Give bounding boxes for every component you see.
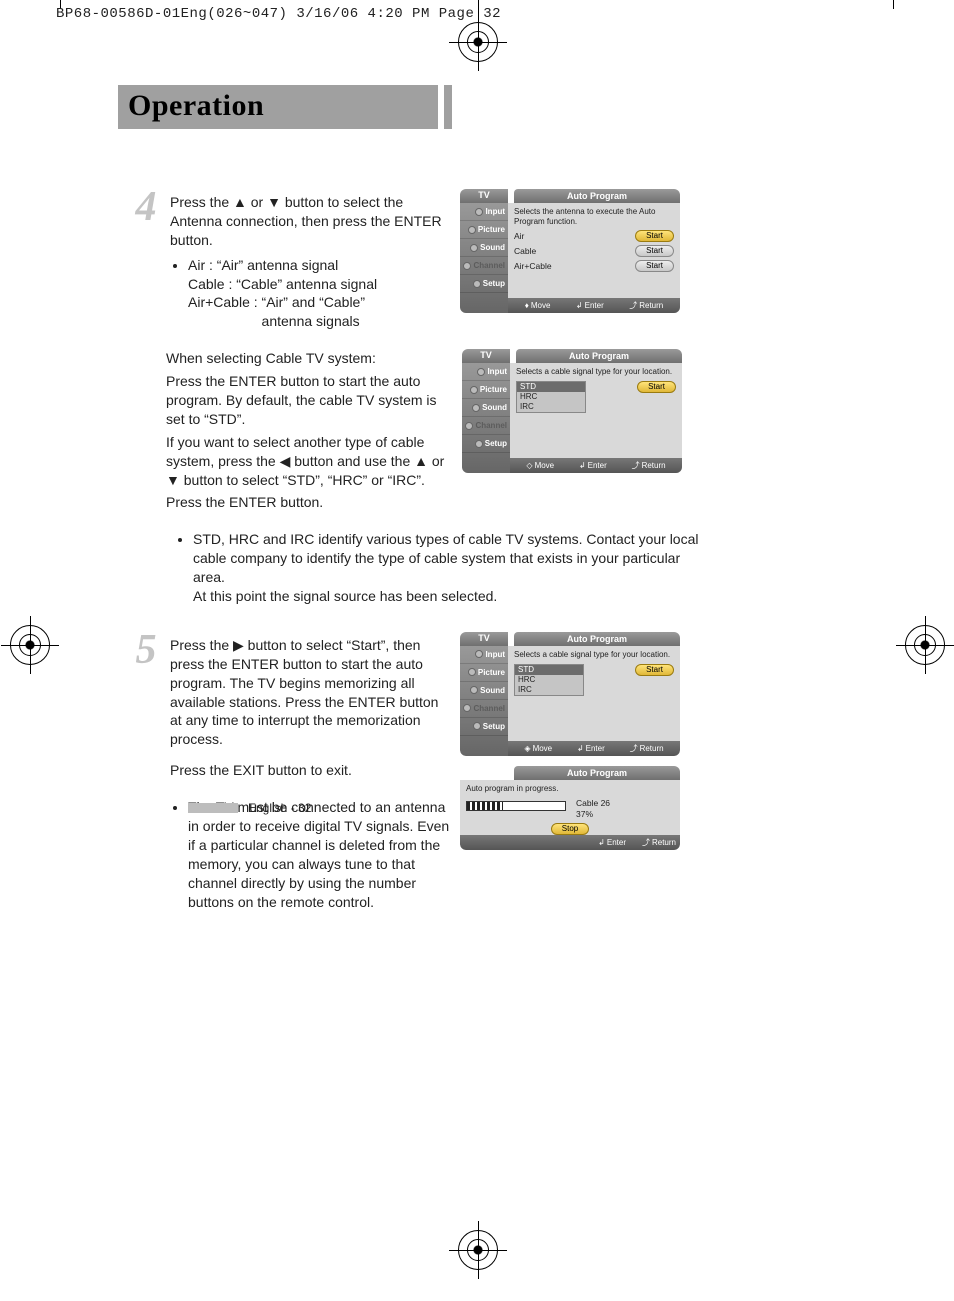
osd-cable-type-list[interactable]: STD HRC IRC: [514, 664, 584, 696]
osd-opt-air[interactable]: Air: [514, 231, 524, 241]
osd-menu-cable-type: TV Auto Program Input Picture Sound Chan…: [462, 349, 682, 516]
osd-start-button[interactable]: Start: [635, 664, 674, 676]
osd-opt-aircable[interactable]: Air+Cable: [514, 261, 552, 271]
osd-side-picture[interactable]: Picture: [460, 221, 508, 239]
osd-start-button[interactable]: Start: [637, 381, 676, 393]
osd-opt-irc: IRC: [517, 402, 585, 412]
enter-icon: ↲: [576, 301, 583, 310]
step-number: 4: [126, 189, 166, 331]
enter-icon: ↲: [577, 744, 584, 753]
osd-title: Auto Program: [514, 189, 680, 203]
return-icon: ⤴: [642, 837, 650, 848]
osd-side-sound[interactable]: Sound: [460, 239, 508, 257]
osd-side-channel[interactable]: Channel: [460, 257, 508, 275]
step4-text: Press the ▲ or ▼ button to select the An…: [170, 189, 450, 331]
print-header: BP68-00586D-01Eng(026~047) 3/16/06 4:20 …: [56, 6, 501, 22]
osd-side-input[interactable]: Input: [460, 203, 508, 221]
return-icon: ⤴: [632, 460, 640, 471]
enter-icon: ↲: [579, 461, 586, 470]
section-title-bar: Operation: [118, 85, 878, 129]
osd-side-setup[interactable]: Setup: [460, 275, 508, 293]
osd-auto-program-progress: Auto Program Auto program in progress. C…: [460, 766, 680, 850]
progress-channel: Cable 26: [576, 798, 610, 809]
osd-desc: Selects the antenna to execute the Auto …: [514, 207, 674, 226]
progress-percent: 37%: [576, 809, 610, 820]
osd-stop-button[interactable]: Stop: [551, 823, 589, 835]
step4-note: STD, HRC and IRC identify various types …: [170, 530, 700, 606]
osd-opt-cable[interactable]: Cable: [514, 246, 536, 256]
osd-opt-hrc: HRC: [517, 392, 585, 402]
osd-opt-std: STD: [517, 382, 585, 392]
osd-cable-type-list[interactable]: STD HRC IRC: [516, 381, 586, 413]
left-right-icon: ◈: [524, 744, 530, 753]
progress-bar: [466, 801, 566, 811]
osd-footer: ♦Move ↲Enter ⤴Return: [508, 298, 680, 313]
crop-target-icon: [10, 625, 50, 665]
osd-tv-label: TV: [460, 189, 508, 203]
section-title: Operation: [128, 89, 424, 123]
osd-progress-desc: Auto program in progress.: [466, 784, 674, 794]
left-right-icon: ◇: [526, 461, 532, 470]
osd-footer: ◇Move ↲Enter ⤴Return: [510, 458, 682, 473]
osd-menu-cable-type-start: TV Auto Program Input Picture Sound Chan…: [460, 632, 680, 756]
osd-start-button[interactable]: Start: [635, 260, 674, 272]
return-icon: ⤴: [630, 743, 638, 754]
return-icon: ⤴: [629, 300, 637, 311]
page-number: English - 32: [248, 801, 311, 815]
osd-start-button[interactable]: Start: [635, 230, 674, 242]
crop-target-icon: [905, 625, 945, 665]
step4-text-cable: When selecting Cable TV system: Press th…: [166, 349, 448, 516]
page-footer: English - 32: [188, 801, 311, 815]
step5-text: Press the ▶ button to select “Start”, th…: [170, 632, 450, 912]
osd-footer: ◈Move ↲Enter ⤴Return: [508, 741, 680, 756]
osd-start-button[interactable]: Start: [635, 245, 674, 257]
step-number: 5: [126, 632, 166, 912]
enter-icon: ↲: [598, 838, 605, 847]
crop-target-icon: [458, 22, 498, 62]
crop-target-icon: [458, 1230, 498, 1270]
osd-menu-auto-program-antenna: TV Auto Program Input Picture Sound Chan…: [460, 189, 680, 331]
up-down-icon: ♦: [525, 301, 529, 310]
